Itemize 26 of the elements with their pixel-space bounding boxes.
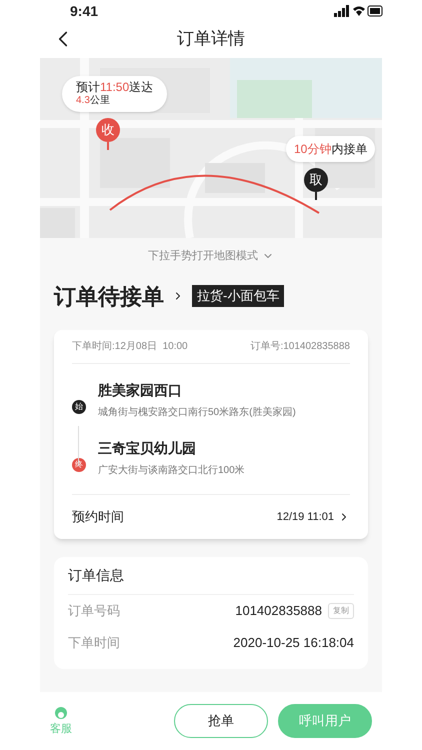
call-button[interactable]: 呼叫用户 [278, 704, 372, 738]
stop-address: 广安大街与谈南路交口北行100米 [98, 464, 245, 478]
stop-address: 城角街与槐安路交口南行50米路东(胜美家园) [98, 406, 296, 420]
stop-badge: 始 [72, 400, 86, 414]
section-title: 订单信息 [68, 566, 124, 585]
stop-name: 胜美家园西口 [98, 381, 183, 400]
copy-button[interactable]: 复制 [328, 603, 354, 619]
distance-text: 4.3公里 [76, 95, 111, 108]
status-icons [334, 5, 384, 17]
page-title: 订单详情 [177, 28, 245, 50]
customer-service-button[interactable]: 客服 [50, 704, 72, 738]
status-time: 9:41 [70, 2, 98, 20]
map-hint: 下拉手势打开地图模式 [148, 248, 258, 264]
order-time: 下单时间:12月08日 10:00 [72, 340, 188, 354]
stop-name: 三奇宝贝幼儿园 [98, 439, 197, 458]
info-label: 订单号码 [68, 602, 120, 620]
order-status: 订单待接单 [54, 282, 164, 310]
info-value: 101402835888 [235, 602, 322, 620]
grab-button[interactable]: 抢单 [174, 704, 268, 738]
vehicle-tag: 拉货-小面包车 [192, 285, 284, 307]
eta-text: 预计11:50送达 [76, 80, 154, 95]
info-value: 2020-10-25 16:18:04 [233, 634, 354, 652]
order-number: 订单号:101402835888 [250, 340, 350, 354]
pickup-bubble: 10分钟内接单 [286, 136, 376, 162]
appointment-row[interactable]: 预约时间 12/19 11:01 [72, 495, 350, 539]
info-label: 下单时间 [68, 634, 120, 652]
